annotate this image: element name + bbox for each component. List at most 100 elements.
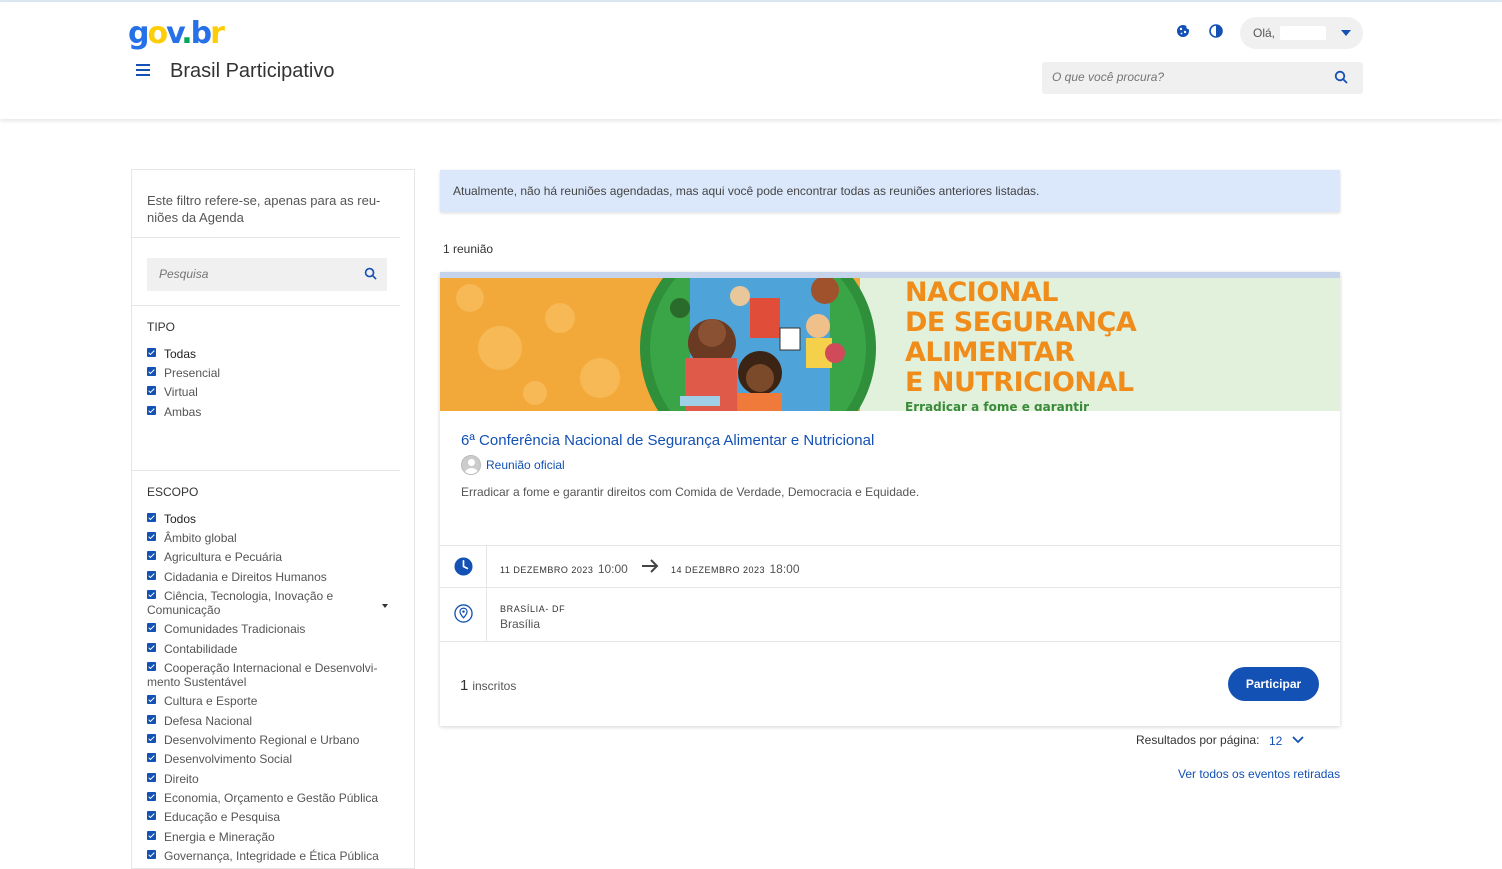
checkbox-tipo-ambas[interactable]: Ambas xyxy=(147,405,392,419)
end-date: 14 DEZEMBRO 2023 xyxy=(671,565,766,575)
badge-label: Reunião oficial xyxy=(486,458,565,472)
checkbox-escopo-item[interactable]: Ciência, Tecnologia, Inovação e Comunica… xyxy=(147,589,347,617)
checkbox-checked-icon xyxy=(147,792,156,801)
checkbox-escopo-item[interactable]: Âmbito global xyxy=(147,531,392,545)
see-all-events-link[interactable]: Ver todos os eventos retiradas xyxy=(1178,767,1340,781)
checkbox-escopo-item[interactable]: Governança, Integridade e Ética Pública xyxy=(147,849,392,863)
checkbox-escopo-item[interactable]: Agricultura e Pecuária xyxy=(147,550,392,564)
global-search xyxy=(1042,62,1363,94)
checkbox-checked-icon xyxy=(147,734,156,743)
checkbox-checked-icon xyxy=(147,571,156,580)
checkbox-escopo-item[interactable]: Comunidades Tradicionais xyxy=(147,622,392,636)
banner-subtitle: Erradicar a fome e garantir xyxy=(905,400,1090,411)
checkbox-checked-icon xyxy=(147,643,156,652)
user-greeting: Olá, xyxy=(1253,26,1276,40)
site-title: Brasil Participativo xyxy=(170,60,335,82)
results-count: 1 reunião xyxy=(443,242,494,256)
registered-count: 1 inscritos xyxy=(460,677,516,694)
per-page-select[interactable]: 12 xyxy=(1269,734,1282,748)
checkbox-escopo-item[interactable]: Energia e Mineração xyxy=(147,830,392,844)
chevron-down-icon[interactable] xyxy=(1292,733,1304,748)
checkbox-escopo-item[interactable]: Economia, Orçamento e Gestão Pública xyxy=(147,791,392,805)
checkbox-tipo-virtual[interactable]: Virtual xyxy=(147,385,392,399)
registered-number: 1 xyxy=(460,677,469,694)
checkbox-checked-icon xyxy=(147,662,156,671)
user-menu-button[interactable]: Olá, xyxy=(1240,17,1363,49)
checkbox-checked-icon xyxy=(147,406,156,415)
checkbox-checked-icon xyxy=(147,513,156,522)
checkbox-checked-icon xyxy=(147,590,156,599)
checkbox-tipo-todas[interactable]: Todas xyxy=(147,347,392,361)
checkbox-escopo-item[interactable]: Contabilidade xyxy=(147,642,392,656)
cookie-icon[interactable] xyxy=(1176,24,1192,40)
sidebar-search xyxy=(147,258,387,291)
results-per-page: Resultados por página: 12 xyxy=(1136,733,1304,748)
checkbox-checked-icon xyxy=(147,811,156,820)
meeting-description: Erradicar a fome e garantir direitos com… xyxy=(461,485,920,499)
checkbox-escopo-item[interactable]: Desenvolvimento Social xyxy=(147,752,392,766)
checkbox-checked-icon xyxy=(147,850,156,859)
clock-icon xyxy=(454,557,473,576)
location-icon-cell xyxy=(440,588,487,641)
event-banner-image: NACIONAL DE SEGURANÇA ALIMENTAR E NUTRIC… xyxy=(440,278,1340,411)
escopo-filter-list: Todos Âmbito global Agricultura e Pecuár… xyxy=(147,512,392,863)
tipo-heading: TIPO xyxy=(147,320,176,334)
info-alert: Atualmente, não há reuniões agendadas, m… xyxy=(440,170,1340,212)
meeting-card[interactable]: NACIONAL DE SEGURANÇA ALIMENTAR E NUTRIC… xyxy=(440,272,1340,726)
location-city: Brasília xyxy=(500,617,541,631)
checkbox-checked-icon xyxy=(147,695,156,704)
registered-label: inscritos xyxy=(472,679,517,693)
alert-text: Atualmente, não há reuniões agendadas, m… xyxy=(453,184,1040,198)
participate-button[interactable]: Participar xyxy=(1228,667,1319,701)
date-icon-cell xyxy=(440,546,487,587)
banner-title: NACIONAL DE SEGURANÇA ALIMENTAR E NUTRIC… xyxy=(905,278,1137,398)
date-row: 11 DEZEMBRO 2023 10:00 14 DEZEMBRO 2023 … xyxy=(440,545,1340,587)
per-page-label: Resultados por página: xyxy=(1136,733,1260,747)
caret-down-icon xyxy=(1341,30,1351,36)
end-date-range: 14 DEZEMBRO 2023 18:00 xyxy=(671,560,800,578)
divider xyxy=(440,641,1340,642)
escopo-heading: ESCOPO xyxy=(147,485,199,499)
filter-note: Este filtro refere-se, apenas para as re… xyxy=(147,193,381,225)
location-city-state: BRASÍLIA- DF xyxy=(500,604,566,614)
checkbox-checked-icon xyxy=(147,753,156,762)
checkbox-escopo-item[interactable]: Cultura e Esporte xyxy=(147,694,392,708)
divider xyxy=(132,470,400,471)
checkbox-checked-icon xyxy=(147,532,156,541)
location-row: BRASÍLIA- DF Brasília xyxy=(440,587,1340,641)
checkbox-checked-icon xyxy=(147,715,156,724)
govbr-logo[interactable]: gov.br xyxy=(128,16,225,51)
search-icon[interactable] xyxy=(364,267,377,285)
checkbox-escopo-item[interactable]: Defesa Nacional xyxy=(147,714,392,728)
divider xyxy=(132,305,400,306)
contrast-icon[interactable] xyxy=(1209,24,1225,40)
checkbox-checked-icon xyxy=(147,773,156,782)
end-time: 18:00 xyxy=(769,562,800,576)
menu-icon[interactable] xyxy=(136,64,150,78)
checkbox-escopo-item[interactable]: Educação e Pesquisa xyxy=(147,810,392,824)
expand-caret-icon[interactable] xyxy=(382,604,388,608)
tipo-filter-list: Todas Presencial Virtual Ambas xyxy=(147,347,392,419)
redacted-username xyxy=(1280,26,1326,40)
divider xyxy=(132,237,400,238)
global-search-input[interactable] xyxy=(1052,70,1322,84)
filter-sidebar: Este filtro refere-se, apenas para as re… xyxy=(131,169,415,869)
site-header: gov.br Brasil Participativo Olá, xyxy=(0,2,1502,119)
checkbox-escopo-item[interactable]: Cooperação Internacional e Desenvolvi-me… xyxy=(147,661,387,689)
meeting-title-link[interactable]: 6ª Conferência Nacional de Segurança Ali… xyxy=(461,432,874,449)
sidebar-search-input[interactable] xyxy=(159,267,354,281)
arrow-right-icon xyxy=(642,559,659,573)
checkbox-checked-icon xyxy=(147,551,156,560)
checkbox-escopo-item[interactable]: Direito xyxy=(147,772,392,786)
checkbox-checked-icon xyxy=(147,367,156,376)
checkbox-checked-icon xyxy=(147,831,156,840)
checkbox-escopo-item[interactable]: Desenvolvimento Regional e Urbano xyxy=(147,733,392,747)
search-icon[interactable] xyxy=(1334,70,1348,89)
start-time: 10:00 xyxy=(597,562,628,576)
checkbox-escopo-item[interactable]: Cidadania e Direitos Humanos xyxy=(147,570,392,584)
start-date: 11 DEZEMBRO 2023 xyxy=(500,565,594,575)
banner-illustration xyxy=(440,278,876,411)
checkbox-checked-icon xyxy=(147,623,156,632)
checkbox-tipo-presencial[interactable]: Presencial xyxy=(147,366,392,380)
checkbox-escopo-todos[interactable]: Todos xyxy=(147,512,392,526)
